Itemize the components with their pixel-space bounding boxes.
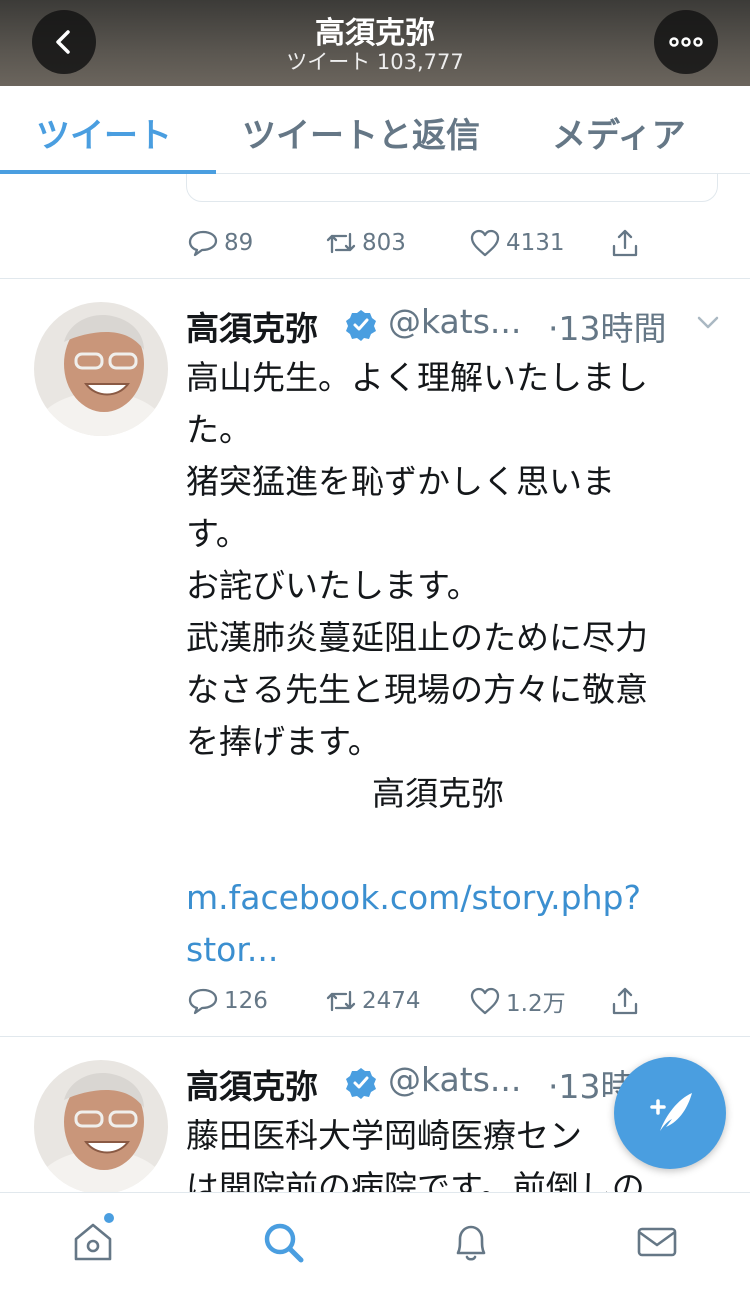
search-icon[interactable] [260, 1219, 306, 1265]
chevron-down-icon[interactable] [694, 308, 722, 336]
tweet-text: 高山先生。よく理解いたしまし た。 猪突猛進を恥ずかしく思いま す。 お詫びいた… [186, 352, 726, 976]
avatar[interactable] [34, 1060, 168, 1192]
retweet-count: 2474 [362, 988, 421, 1014]
notifications-icon[interactable] [448, 1219, 494, 1265]
author-handle[interactable]: @kats... [388, 302, 521, 341]
share-icon [612, 229, 638, 257]
tweet-text-line: お詫びいたします。 [186, 566, 480, 605]
tweet-link[interactable]: m.facebook.com/story.php? [186, 872, 726, 924]
tweet-link-continued[interactable]: stor... [186, 924, 726, 976]
reply-button[interactable]: 126 [186, 984, 268, 1018]
like-icon [470, 229, 500, 257]
share-button[interactable] [608, 226, 646, 260]
like-button[interactable]: 1.2万 [468, 984, 566, 1018]
tweet-count: ツイート 103,777 [286, 50, 464, 74]
tweet-text-line: 猪突猛進を恥ずかしく思いま [186, 462, 615, 501]
tweet-text-line: は開院前の病院です。前倒しの [186, 1168, 645, 1192]
author-name[interactable]: 高須克弥 [186, 302, 318, 350]
reply-count: 89 [224, 230, 254, 256]
tweet-timestamp: ·13時間 [548, 309, 667, 348]
retweet-button[interactable]: 2474 [324, 984, 421, 1018]
tweet-signature: 高須克弥 [372, 774, 504, 813]
tweet-divider [0, 1036, 750, 1037]
like-count: 4131 [506, 230, 565, 256]
tweet-text-line: す。 [186, 514, 249, 553]
share-button[interactable] [608, 984, 646, 1018]
tweet-header: 高須克弥 @kats... ·13時間 [186, 302, 726, 348]
tweet-feed[interactable]: 89 803 4131 高須克弥 @kats... ·13時間 高山先生。よく理… [0, 174, 750, 1192]
quoted-card-stub[interactable] [186, 174, 718, 202]
home-icon[interactable] [70, 1219, 116, 1265]
tweet-text-line: 武漢肺炎蔓延阻止のために尽力 [186, 618, 648, 657]
profile-header: 高須克弥 ツイート 103,777 [0, 0, 750, 86]
like-button[interactable]: 4131 [468, 226, 565, 260]
reply-icon [188, 230, 218, 257]
tab-media[interactable]: メディア [552, 108, 686, 157]
like-count: 1.2万 [506, 991, 566, 1017]
author-name[interactable]: 高須克弥 [186, 1060, 318, 1108]
tweet-text-line: なさる先生と現場の方々に敬意 [186, 670, 648, 709]
like-icon [470, 987, 500, 1015]
verified-badge-icon [346, 310, 376, 341]
retweet-icon [326, 990, 356, 1012]
tweet-actions: 89 803 4131 [186, 226, 686, 266]
retweet-button[interactable]: 803 [324, 226, 406, 260]
tweet-text-line: 高山先生。よく理解いたしまし [186, 358, 648, 397]
retweet-count: 803 [362, 230, 406, 256]
tweet-item[interactable]: 高須克弥 @kats... ·13時間 高山先生。よく理解いたしまし た。 猪突… [0, 302, 750, 1022]
profile-photo [34, 1060, 168, 1192]
share-icon [612, 987, 638, 1015]
profile-tabs: ツイート ツイートと返信 メディア [0, 86, 750, 174]
retweet-icon [326, 232, 356, 254]
author-handle[interactable]: @kats... [388, 1060, 521, 1099]
more-options-icon [669, 37, 703, 47]
tab-tweets-and-replies[interactable]: ツイートと返信 [242, 108, 480, 157]
compose-tweet-button[interactable] [614, 1057, 726, 1169]
tweet-text-line: た。 [186, 410, 252, 449]
tweet-actions: 126 2474 1.2万 [186, 984, 686, 1024]
bottom-navigation [0, 1192, 750, 1291]
verified-badge-icon [346, 1068, 376, 1099]
reply-icon [188, 988, 218, 1015]
tweet-text-line: を捧げます。 [186, 722, 381, 761]
new-content-dot [104, 1213, 114, 1223]
tweet-divider [0, 278, 750, 279]
reply-count: 126 [224, 988, 268, 1014]
reply-button[interactable]: 89 [186, 226, 253, 260]
tab-tweets[interactable]: ツイート [36, 108, 172, 157]
profile-photo [34, 302, 168, 436]
compose-tweet-icon [650, 1093, 692, 1131]
more-options-button[interactable] [654, 10, 718, 74]
avatar[interactable] [34, 302, 168, 436]
messages-icon[interactable] [634, 1219, 680, 1265]
